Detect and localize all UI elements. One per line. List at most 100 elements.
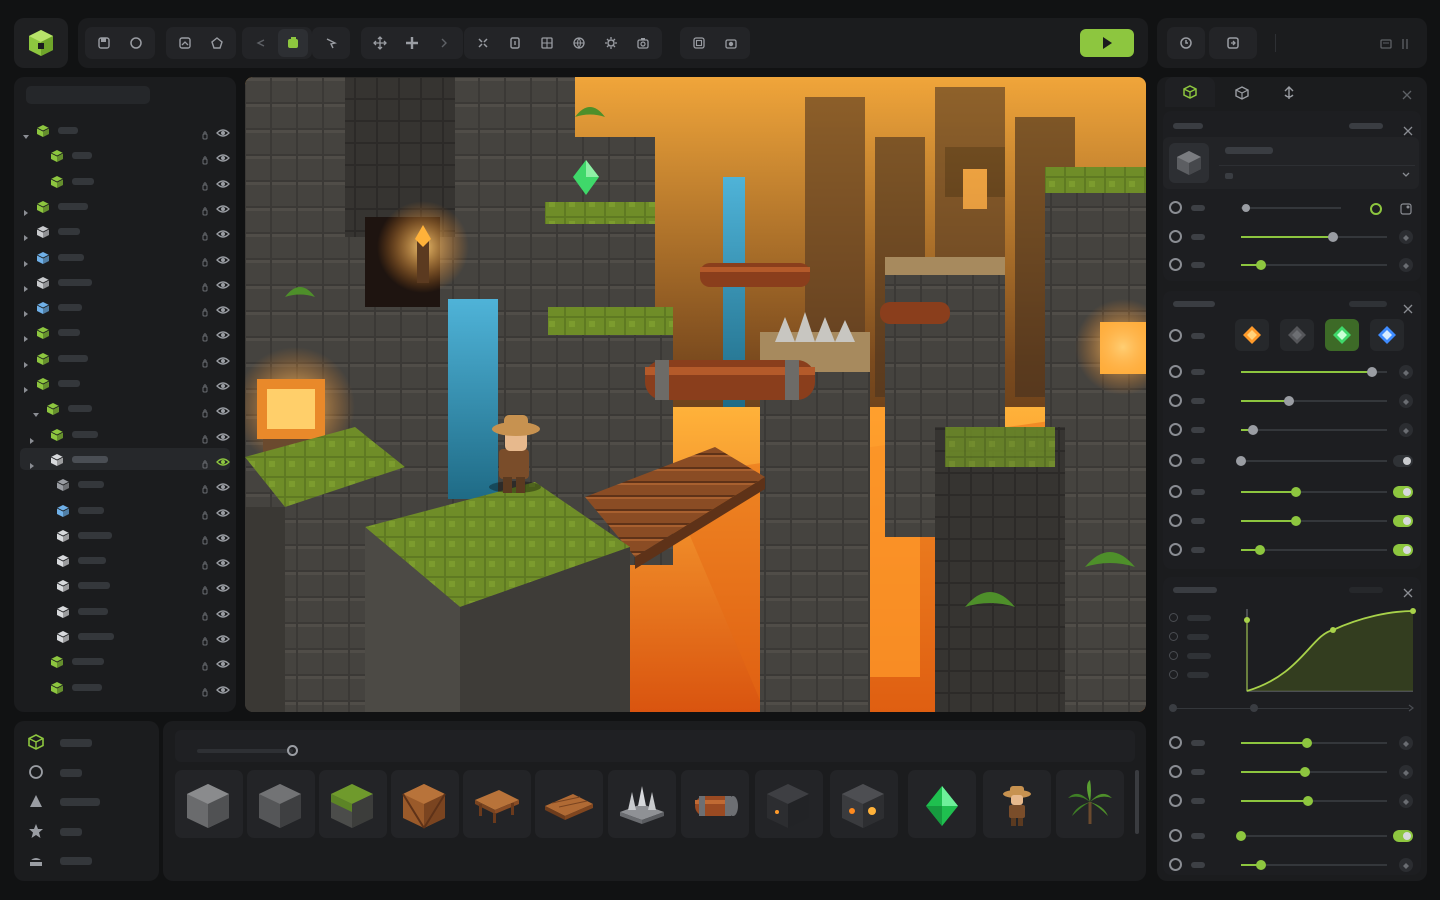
play-button[interactable] <box>1080 29 1134 57</box>
property-slider-knob[interactable] <box>1327 232 1338 242</box>
log-tile[interactable] <box>681 770 749 838</box>
outliner-row[interactable] <box>20 499 230 521</box>
wooden-crate-tile[interactable] <box>391 770 459 838</box>
keyframe-button[interactable] <box>1399 765 1413 779</box>
property-slider-knob[interactable] <box>1236 456 1246 466</box>
property-radio[interactable] <box>1169 423 1182 436</box>
eye-icon[interactable] <box>216 326 230 340</box>
chevron-right-icon[interactable] <box>1407 704 1415 712</box>
save-button[interactable] <box>89 29 119 57</box>
lock-icon[interactable] <box>200 580 210 595</box>
eye-icon[interactable] <box>216 529 230 542</box>
animation-close-button[interactable] <box>1403 583 1413 598</box>
timeline-track[interactable] <box>1173 708 1409 709</box>
property-slider-track[interactable] <box>1241 207 1341 209</box>
property-slider-knob[interactable] <box>1247 425 1258 435</box>
eye-icon[interactable] <box>216 377 230 390</box>
sphere-primitive[interactable] <box>28 763 148 783</box>
eye-icon[interactable] <box>216 200 230 213</box>
outliner-row[interactable] <box>20 246 230 268</box>
scene-viewport[interactable] <box>245 77 1146 712</box>
keyframe-button[interactable] <box>1399 230 1413 244</box>
wooden-plank-tile[interactable] <box>535 770 603 838</box>
property-slider-track[interactable] <box>1241 460 1387 462</box>
property-slider-knob[interactable] <box>1291 516 1302 526</box>
material-close-button[interactable] <box>1403 299 1413 314</box>
chevron-right-icon[interactable] <box>28 430 36 444</box>
stone-block-tile[interactable] <box>175 770 243 838</box>
property-radio[interactable] <box>1169 765 1182 778</box>
panel-button[interactable] <box>1401 36 1411 55</box>
emerald-gem-tile[interactable] <box>908 770 976 838</box>
eye-icon[interactable] <box>216 276 230 289</box>
property-slider-knob[interactable] <box>1284 396 1295 406</box>
eye-icon[interactable] <box>216 149 230 162</box>
outliner-row[interactable] <box>20 119 230 141</box>
property-slider-knob[interactable] <box>1301 738 1312 748</box>
property-radio[interactable] <box>1169 736 1182 749</box>
outliner-row[interactable] <box>20 170 230 192</box>
property-radio[interactable] <box>1169 365 1182 378</box>
material-radio[interactable] <box>1169 329 1182 342</box>
keyframe-button[interactable] <box>1399 858 1413 872</box>
capture-button[interactable] <box>716 29 746 57</box>
keyframe-button[interactable] <box>1399 736 1413 750</box>
property-slider-knob[interactable] <box>1256 260 1267 270</box>
chevron-right-icon[interactable] <box>22 227 30 242</box>
asset-size-knob[interactable] <box>287 745 298 756</box>
lock-icon[interactable] <box>200 125 210 140</box>
lock-icon[interactable] <box>200 353 210 368</box>
outliner-row[interactable] <box>20 220 230 242</box>
property-slider-knob[interactable] <box>1242 204 1250 212</box>
chevron-right-icon[interactable] <box>22 202 30 216</box>
palm-plant-tile[interactable] <box>1056 770 1124 838</box>
outliner-row[interactable] <box>20 271 230 293</box>
globe-button[interactable] <box>564 29 594 57</box>
explorer-character-tile[interactable] <box>983 770 1051 838</box>
property-radio[interactable] <box>1169 230 1182 243</box>
emerald-material-swatch[interactable] <box>1325 319 1359 351</box>
mesh-dropdown-value[interactable] <box>1225 173 1233 179</box>
lock-icon[interactable] <box>200 150 210 165</box>
minimize-button[interactable] <box>1379 36 1393 55</box>
grid-button[interactable] <box>532 29 562 57</box>
outliner-row[interactable] <box>20 397 230 419</box>
outliner-row[interactable] <box>20 574 230 596</box>
channel-radio[interactable] <box>1169 613 1178 622</box>
channel-radio[interactable] <box>1169 670 1178 679</box>
property-radio[interactable] <box>1169 514 1182 527</box>
transform-close-button[interactable] <box>1403 121 1413 136</box>
timeline-playhead[interactable] <box>1250 704 1258 712</box>
outliner-row[interactable] <box>20 447 230 470</box>
stone-material-swatch[interactable] <box>1280 319 1314 351</box>
frame-button[interactable] <box>500 29 530 57</box>
property-slider-knob[interactable] <box>1236 831 1246 841</box>
chevron-right-button[interactable] <box>429 29 459 57</box>
chevron-down-icon[interactable] <box>1401 170 1411 180</box>
screenshot-button[interactable] <box>684 29 714 57</box>
property-toggle[interactable] <box>1393 455 1413 467</box>
mesh-primitive[interactable] <box>28 851 148 871</box>
lock-icon[interactable] <box>200 606 210 621</box>
property-radio[interactable] <box>1169 394 1182 407</box>
scale-button[interactable] <box>468 29 498 57</box>
lock-icon[interactable] <box>200 682 210 697</box>
lock-icon[interactable] <box>200 656 210 671</box>
eye-icon[interactable] <box>216 124 230 137</box>
eye-icon[interactable] <box>216 453 230 466</box>
tab-object[interactable] <box>1165 77 1215 107</box>
property-radio[interactable] <box>1169 454 1182 467</box>
spike-trap-tile[interactable] <box>608 770 676 838</box>
eye-icon[interactable] <box>216 605 230 618</box>
inspector-close-button[interactable] <box>1401 86 1413 105</box>
cube-primitive[interactable] <box>28 733 148 753</box>
wooden-table-tile[interactable] <box>463 770 531 838</box>
lock-icon[interactable] <box>200 277 210 292</box>
outliner-row[interactable] <box>20 296 230 318</box>
shape-button[interactable] <box>202 29 232 57</box>
outliner-row[interactable] <box>20 195 230 217</box>
fire-material-swatch[interactable] <box>1235 319 1269 351</box>
keyframe-button[interactable] <box>1399 794 1413 808</box>
keyframe-button[interactable] <box>1399 365 1413 379</box>
redo-button[interactable] <box>278 29 308 57</box>
